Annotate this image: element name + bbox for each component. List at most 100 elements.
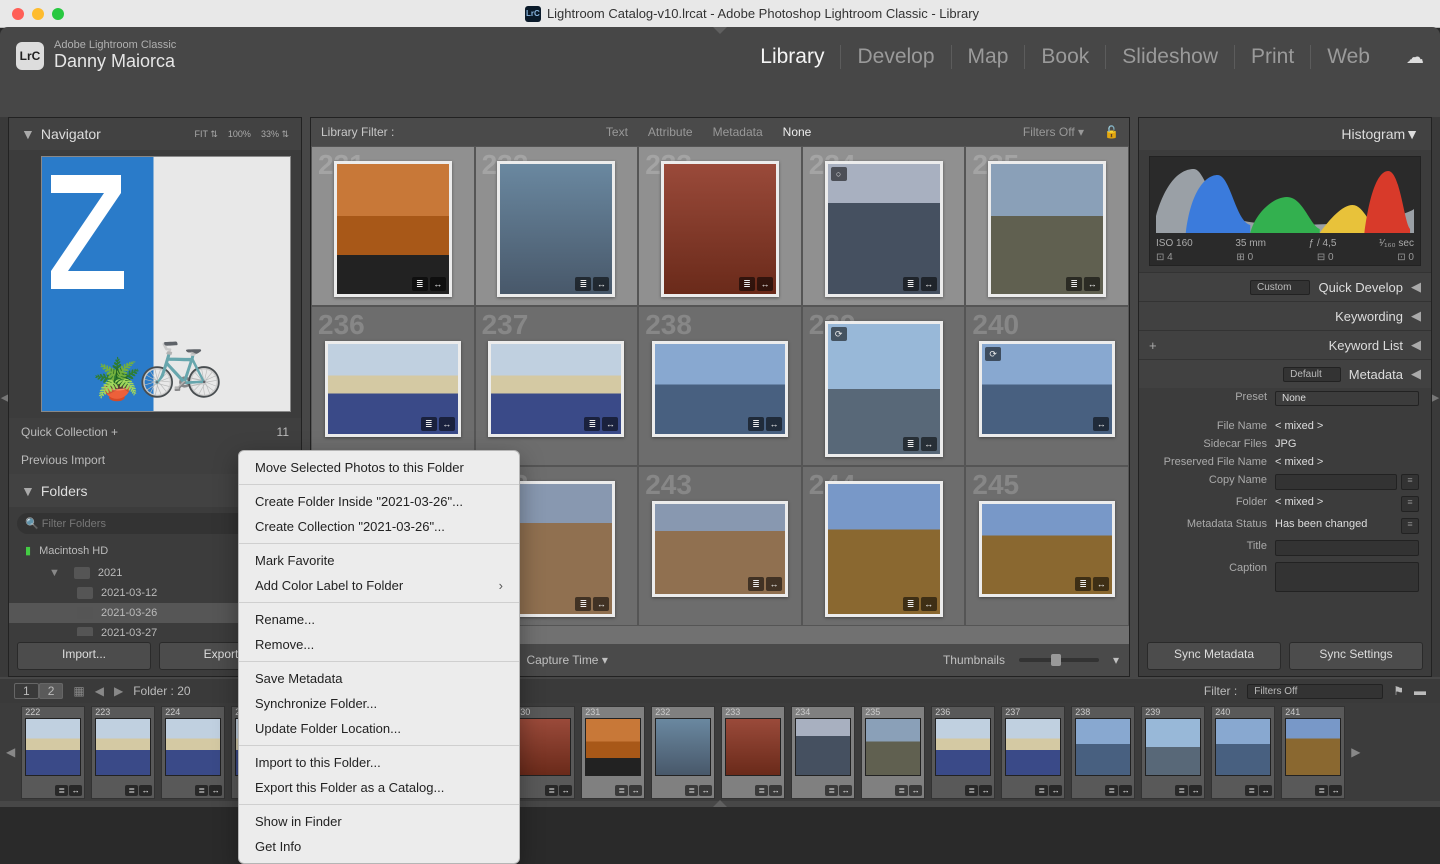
grid-cell[interactable]: 239⟳≣↔ <box>802 306 966 466</box>
filmstrip-thumb[interactable]: 237≣↔ <box>1001 706 1065 799</box>
filmstrip-thumb[interactable]: 241≣↔ <box>1281 706 1345 799</box>
filmstrip[interactable]: ◀222≣↔223≣↔224≣↔225≣↔≣↔≣↔229≣↔230≣↔231≣↔… <box>0 703 1440 801</box>
filmstrip-thumb[interactable]: 234≣↔ <box>791 706 855 799</box>
grid-cell[interactable]: 236≣↔ <box>311 306 475 466</box>
module-book[interactable]: Book <box>1024 45 1105 69</box>
badge-icon[interactable]: ≣ <box>748 577 764 591</box>
badge-icon[interactable]: ≣ <box>903 597 919 611</box>
filmstrip-thumb[interactable]: 233≣↔ <box>721 706 785 799</box>
filmstrip-thumb[interactable]: 239≣↔ <box>1141 706 1205 799</box>
context-menu-item[interactable]: Rename... <box>239 607 519 632</box>
badge-icon[interactable]: ≣ <box>903 437 919 451</box>
path-label[interactable]: Folder : 20 <box>133 684 190 698</box>
metadata-value[interactable] <box>1275 540 1419 556</box>
quick-develop-header[interactable]: Custom Quick Develop ◀ <box>1139 272 1431 301</box>
badge-icon[interactable]: ≣ <box>903 277 919 291</box>
qd-preset-select[interactable]: Custom <box>1250 280 1310 295</box>
sync-settings-button[interactable]: Sync Settings <box>1289 642 1423 670</box>
filter-tab-metadata[interactable]: Metadata <box>713 125 763 139</box>
metadata-list-icon[interactable]: ≡ <box>1401 518 1419 534</box>
context-menu-item[interactable]: Get Info <box>239 834 519 859</box>
grid-view-icon[interactable]: ▦ <box>73 684 84 698</box>
context-menu-item[interactable]: Save Metadata <box>239 666 519 691</box>
grid-cell[interactable]: 232≣↔ <box>475 146 639 306</box>
filmstrip-thumb[interactable]: 236≣↔ <box>931 706 995 799</box>
grid-cell[interactable]: 244≣↔ <box>802 466 966 626</box>
module-print[interactable]: Print <box>1234 45 1310 69</box>
import-button[interactable]: Import... <box>17 642 151 670</box>
context-menu-item[interactable]: Create Folder Inside "2021-03-26"... <box>239 489 519 514</box>
metadata-preset-select[interactable]: Default <box>1283 367 1341 382</box>
badge-icon[interactable]: ≣ <box>748 417 764 431</box>
badge-icon[interactable]: ≣ <box>421 417 437 431</box>
grid-cell[interactable]: 235≣↔ <box>965 146 1129 306</box>
badge-icon[interactable]: ↔ <box>1093 417 1109 431</box>
context-menu-item[interactable]: Export this Folder as a Catalog... <box>239 775 519 800</box>
module-web[interactable]: Web <box>1310 45 1386 69</box>
nav-zoom-option[interactable]: 100% <box>228 129 251 140</box>
preset-select[interactable]: None <box>1275 391 1419 406</box>
filter-tab-attribute[interactable]: Attribute <box>648 125 693 139</box>
cloud-sync-icon[interactable]: ☁ <box>1406 47 1424 68</box>
badge-icon[interactable]: ≣ <box>1066 277 1082 291</box>
badge-icon[interactable]: ↔ <box>757 277 773 291</box>
filmstrip-scroll-left-icon[interactable]: ◀ <box>6 745 15 759</box>
badge-icon[interactable]: ≣ <box>575 597 591 611</box>
filters-off-menu[interactable]: Filters Off ▾ <box>1023 125 1084 139</box>
thumbnail-size-slider[interactable] <box>1019 658 1099 662</box>
filmstrip-filter-select[interactable]: Filters Off <box>1247 684 1383 699</box>
grid-cell[interactable]: 243≣↔ <box>638 466 802 626</box>
badge-icon[interactable]: ↔ <box>593 277 609 291</box>
filter-switch-icon[interactable]: ▬ <box>1414 684 1426 698</box>
lock-icon[interactable]: 🔓 <box>1104 125 1119 139</box>
context-menu-item[interactable]: Update Folder Location... <box>239 716 519 741</box>
module-develop[interactable]: Develop <box>840 45 950 69</box>
badge-icon[interactable]: ↔ <box>766 577 782 591</box>
context-menu-item[interactable]: Mark Favorite <box>239 548 519 573</box>
filmstrip-thumb[interactable]: 238≣↔ <box>1071 706 1135 799</box>
histogram-header[interactable]: Histogram ▼ <box>1139 118 1431 150</box>
filmstrip-thumb[interactable]: 230≣↔ <box>511 706 575 799</box>
secondary-page[interactable]: 2 <box>39 683 64 699</box>
grid-cell[interactable]: 240⟳↔ <box>965 306 1129 466</box>
panel-collapse-bottom-icon[interactable] <box>713 800 727 807</box>
badge-icon[interactable]: ↔ <box>921 277 937 291</box>
metadata-value[interactable] <box>1275 474 1397 490</box>
badge-icon[interactable]: ↔ <box>593 597 609 611</box>
badge-icon[interactable]: ↔ <box>602 417 618 431</box>
close-icon[interactable] <box>12 8 24 20</box>
badge-icon[interactable]: ↔ <box>921 597 937 611</box>
keywording-header[interactable]: Keywording ◀ <box>1139 301 1431 330</box>
grid-cell[interactable]: 238≣↔ <box>638 306 802 466</box>
badge-icon[interactable]: ↔ <box>439 417 455 431</box>
badge-icon[interactable]: ↔ <box>921 437 937 451</box>
filter-tab-none[interactable]: None <box>783 125 812 139</box>
sync-metadata-button[interactable]: Sync Metadata <box>1147 642 1281 670</box>
keyword-list-header[interactable]: + Keyword List ◀ <box>1139 330 1431 359</box>
badge-icon[interactable]: ≣ <box>584 417 600 431</box>
badge-icon[interactable]: ↔ <box>1093 577 1109 591</box>
forward-icon[interactable]: ▶ <box>114 684 123 698</box>
filmstrip-thumb[interactable]: 235≣↔ <box>861 706 925 799</box>
metadata-value[interactable] <box>1275 562 1419 592</box>
filmstrip-thumb[interactable]: 232≣↔ <box>651 706 715 799</box>
badge-icon[interactable]: ≣ <box>412 277 428 291</box>
context-menu-item[interactable]: Synchronize Folder... <box>239 691 519 716</box>
badge-icon[interactable]: ≣ <box>1075 577 1091 591</box>
nav-zoom-option[interactable]: FIT ⇅ <box>195 129 218 140</box>
context-menu-item[interactable]: Add Color Label to Folder <box>239 573 519 598</box>
panel-collapse-top-icon[interactable] <box>713 27 727 34</box>
module-slideshow[interactable]: Slideshow <box>1105 45 1234 69</box>
context-menu-item[interactable]: Show in Finder <box>239 809 519 834</box>
module-map[interactable]: Map <box>951 45 1025 69</box>
badge-icon[interactable]: ⟳ <box>831 327 847 341</box>
filter-flag-icon[interactable]: ⚑ <box>1393 684 1404 698</box>
back-icon[interactable]: ◀ <box>95 684 104 698</box>
grid-cell[interactable]: 234○≣↔ <box>802 146 966 306</box>
metadata-header[interactable]: Default Metadata ◀ <box>1139 359 1431 388</box>
filmstrip-thumb[interactable]: 224≣↔ <box>161 706 225 799</box>
histogram-display[interactable]: ISO 160 35 mm ƒ / 4,5 ¹⁄₁₆₀ sec ⊡ 4⊞ 0⊟ … <box>1149 156 1421 266</box>
grid-cell[interactable]: 231≣↔ <box>311 146 475 306</box>
sort-menu[interactable]: Capture Time ▾ <box>526 653 607 667</box>
context-menu-item[interactable]: Remove... <box>239 632 519 657</box>
